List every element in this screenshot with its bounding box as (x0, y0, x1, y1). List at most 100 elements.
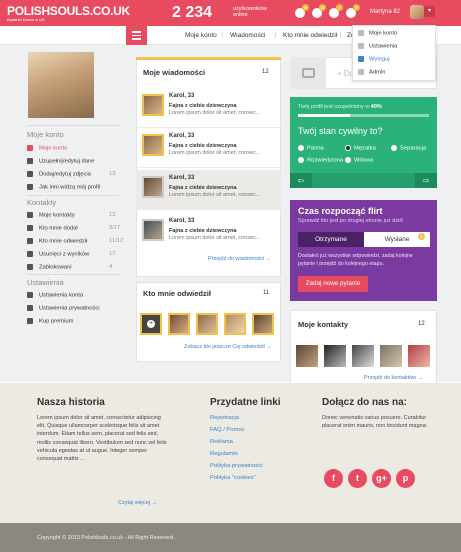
divider (27, 195, 119, 196)
sidebar-item-account-settings[interactable]: Ustawienia konta (27, 292, 83, 299)
dropdown-item-logout[interactable]: Wyloguj (358, 56, 390, 63)
camera-icon (27, 171, 33, 177)
contact-avatar[interactable] (380, 345, 402, 367)
nav-separator: | (222, 32, 224, 38)
heart-badge: 12 (319, 4, 326, 11)
people-badge: 5 (353, 4, 360, 11)
footer-link[interactable]: Rejestracja (210, 415, 239, 421)
footer-link[interactable]: Regulamin (210, 451, 238, 457)
ask-question-button[interactable]: Zadaj nowe pytanie (298, 276, 368, 292)
sidebar-item-premium[interactable]: Kup premium (27, 318, 73, 325)
footer-link[interactable]: Polityka "cookies" (210, 475, 256, 481)
tab-received[interactable]: Otrzymane (298, 232, 364, 247)
contact-avatar[interactable] (408, 345, 430, 367)
nav-messages[interactable]: Wiadomości (230, 32, 265, 39)
sidebar-item-blocked[interactable]: Zablokowani 4 (27, 264, 147, 271)
footer-link[interactable]: Polityka prywatności (210, 463, 263, 469)
contacts-count: 12 (418, 321, 425, 327)
contacts-title: Moje kontakty (298, 320, 349, 329)
facebook-icon[interactable]: f (324, 469, 343, 488)
progress-fill (298, 114, 351, 117)
dropdown-item-admin[interactable]: Admin (358, 69, 385, 76)
dropdown-item-settings[interactable]: Ustawienia (358, 43, 397, 50)
camera-icon[interactable] (290, 57, 326, 89)
radio-button (391, 145, 397, 151)
message-row[interactable]: Karol, 33 Fajna z ciebie dziewczyna Lore… (136, 128, 281, 168)
sidebar-item-my-account[interactable]: Moje konto (27, 145, 67, 152)
user-name[interactable]: Martyna 82 (370, 9, 400, 15)
contact-avatar[interactable] (352, 345, 374, 367)
read-more-link[interactable]: Czytaj więcej → (118, 500, 157, 506)
sidebar-section-title: Kontakty (27, 198, 57, 207)
arrow-right-icon[interactable]: ⇨ (415, 173, 437, 188)
sidebar-item-photos[interactable]: Dodaj/edytuj zdjęcia 13 (27, 171, 147, 178)
contacts-more-link[interactable]: Przejdź do kontaktów → (364, 375, 423, 381)
visitor-avatar[interactable] (196, 313, 218, 335)
message-row[interactable]: Karol, 33 Fajna z ciebie dziewczyna Lore… (136, 88, 281, 128)
tab-badge: 1 (418, 233, 425, 240)
nav-separator: | (275, 32, 277, 38)
footer-history-text: Lorem ipsum dolor sit amet, consectetur … (37, 415, 167, 463)
option-separacja[interactable]: Separacja (391, 145, 426, 152)
profile-photo[interactable] (28, 52, 94, 118)
sender-avatar (142, 134, 164, 156)
visitor-avatar[interactable] (252, 313, 274, 335)
message-row[interactable]: Karol, 33 Fajna z ciebie dziewczyna Lore… (136, 213, 281, 253)
eye-badge: 2 (336, 4, 343, 11)
messages-count: 12 (262, 69, 269, 75)
panel-accent (136, 57, 281, 60)
option-rozwiedziona[interactable]: Rozwiedziona (298, 157, 343, 164)
progress-bar (298, 114, 429, 117)
progress-text: Twój profil jest uzupełniony w 40% (298, 104, 382, 110)
visitor-avatar[interactable] (224, 313, 246, 335)
sidebar-item-visited-me[interactable]: Kto mnie odwiedził 11/12 (27, 238, 147, 245)
cart-icon (27, 318, 33, 324)
block-icon (27, 264, 33, 270)
user-icon (27, 145, 33, 151)
dropdown-item-account[interactable]: Moje konto (358, 30, 397, 37)
visitors-count: 11 (263, 290, 270, 296)
contact-avatar[interactable] (296, 345, 318, 367)
chevron-down-icon[interactable]: ▾ (424, 6, 435, 17)
people-icon (27, 212, 33, 218)
pencil-icon (27, 158, 33, 164)
nav-visitors[interactable]: Kto mnie odwiedził (283, 32, 337, 39)
radio-button (345, 157, 351, 163)
footer-link[interactable]: Reklama (210, 439, 233, 445)
trash-icon (27, 251, 33, 257)
messages-title: Moje wiadomości (143, 68, 206, 77)
lock-icon (27, 305, 33, 311)
nav-my-account[interactable]: Moje konto (185, 32, 217, 39)
pinterest-icon[interactable]: p (396, 469, 415, 488)
user-avatar[interactable] (410, 5, 424, 19)
google-plus-icon[interactable]: g+ (372, 469, 391, 488)
sidebar-item-removed[interactable]: Usunięci z wyników 17 (27, 251, 147, 258)
contact-avatar[interactable] (324, 345, 346, 367)
footer-join-text: Donec venenatis varius posuere. Curabitu… (322, 415, 428, 430)
message-row[interactable]: Karol, 33 Fajna z ciebie dziewczyna Lore… (136, 170, 281, 210)
option-panna[interactable]: Panna (298, 145, 324, 152)
arrow-right-icon: → (266, 344, 272, 350)
sidebar-item-profile-preview[interactable]: Jak inni widzą mój profil (27, 184, 100, 191)
sidebar-item-edit-data[interactable]: Uzupełnij/edytuj dane (27, 158, 94, 165)
messages-more-link[interactable]: Przejdź do wiadomości → (208, 256, 271, 262)
visitors-more-link[interactable]: Zobacz kto jeszcze Cię odwiedził → (184, 344, 272, 350)
arrow-left-icon[interactable]: ⇦ (290, 173, 312, 188)
twitter-icon[interactable]: t (348, 469, 367, 488)
arrow-right-icon: → (265, 256, 272, 262)
menu-icon[interactable] (126, 25, 147, 45)
footer-link[interactable]: FAQ / Pomoc (210, 427, 244, 433)
logout-icon (358, 56, 364, 62)
sidebar-item-added-me[interactable]: Kto mnie dodał 3/17 (27, 225, 147, 232)
option-mezatka[interactable]: Mężatka (345, 145, 376, 152)
sidebar-item-contacts[interactable]: Moje kontakty 12 (27, 212, 147, 219)
radio-button (298, 145, 304, 151)
divider (27, 274, 119, 275)
logo[interactable]: POLISHSOULS.CO.UK Brytania Dusza w UK (7, 5, 130, 22)
visitor-avatar[interactable] (168, 313, 190, 335)
mail-badge: 5 (302, 4, 309, 11)
visitors-title: Kto mnie odwiedził (143, 289, 211, 298)
add-visitor-button[interactable]: + (140, 313, 162, 335)
sidebar-item-privacy[interactable]: Ustawienia prywatności (27, 305, 100, 312)
option-wdowa[interactable]: Wdowa (345, 157, 373, 164)
